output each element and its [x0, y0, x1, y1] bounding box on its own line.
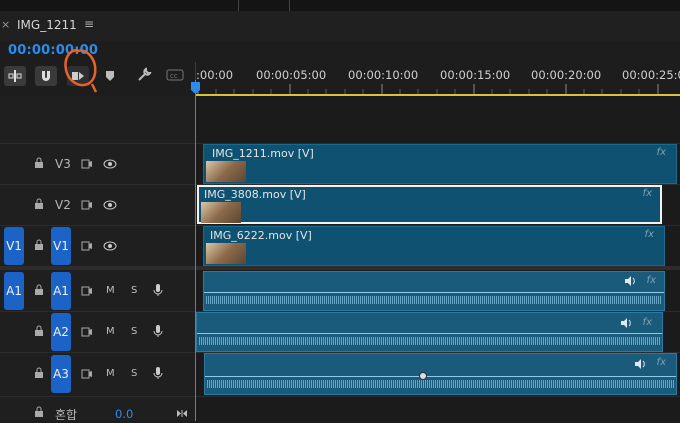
captions-icon: cc [166, 69, 184, 81]
sync-lock-icon[interactable] [81, 200, 93, 210]
speaker-icon [635, 359, 645, 369]
fx-badge: fx [646, 275, 656, 286]
sequence-tab-bar [0, 11, 680, 41]
timeline-settings-button[interactable] [135, 67, 153, 83]
captions-button[interactable]: cc [166, 68, 184, 82]
speaker-icon [621, 318, 631, 328]
fx-badge: fx [656, 357, 666, 368]
solo-button[interactable]: S [131, 368, 137, 379]
sequence-tab-title[interactable]: IMG_1211 [17, 18, 77, 32]
magnet-icon [42, 71, 50, 81]
clip-name: IMG_1211.mov [V] [212, 147, 314, 160]
marker-icon [106, 71, 114, 81]
keyframe-handle[interactable] [419, 372, 427, 380]
track-label-v2[interactable]: V2 [55, 198, 71, 212]
eye-icon[interactable] [103, 241, 117, 251]
panel-menu-icon[interactable]: ≡ [84, 17, 94, 31]
mute-button[interactable]: M [106, 285, 115, 296]
fx-badge: fx [644, 229, 654, 240]
fx-badge: fx [656, 147, 666, 158]
playhead-handle[interactable] [191, 82, 200, 94]
track-label-a3[interactable]: A3 [51, 355, 71, 393]
video-clip-img-1211[interactable]: IMG_1211.mov [V] fx [203, 144, 677, 184]
ruler-label: :00:00 [196, 68, 234, 82]
solo-button[interactable]: S [131, 326, 137, 337]
lock-icon[interactable] [34, 157, 44, 169]
audio-clip-a3[interactable]: fx [204, 353, 677, 395]
add-marker-button[interactable] [103, 69, 117, 83]
audio-waveform [206, 296, 662, 304]
close-tab-icon[interactable]: × [1, 18, 10, 31]
top-strip [0, 0, 680, 11]
insert-nest-toggle-button[interactable] [4, 66, 26, 86]
lock-icon[interactable] [34, 325, 44, 337]
mix-label: 혼합 [55, 408, 78, 422]
fx-badge: fx [642, 188, 652, 199]
ruler-label: 00:00:05:00 [256, 68, 327, 82]
lock-icon[interactable] [34, 239, 44, 251]
clip-name: IMG_6222.mov [V] [210, 229, 312, 242]
sync-lock-icon[interactable] [81, 159, 93, 169]
video-clip-img-3808[interactable]: IMG_3808.mov [V] fx [197, 185, 662, 224]
track-label-v1[interactable]: V1 [51, 227, 71, 265]
nest-icon [8, 70, 22, 82]
mute-button[interactable]: M [106, 326, 115, 337]
lock-icon[interactable] [34, 367, 44, 379]
track-divider [0, 396, 680, 397]
track-header-panel [0, 96, 195, 421]
audio-waveform [207, 380, 674, 388]
sync-lock-icon[interactable] [81, 241, 93, 251]
playhead-line[interactable] [195, 80, 196, 421]
ruler-ticks [197, 84, 659, 94]
ruler-label: 00:00:10:00 [348, 68, 419, 82]
eye-icon[interactable] [103, 159, 117, 169]
audio-volume-line [205, 376, 676, 377]
ruler-label: 00:00:15:00 [440, 68, 511, 82]
source-patch-a1[interactable]: A1 [4, 272, 24, 310]
go-to-end-icon[interactable] [176, 409, 188, 418]
speaker-icon [625, 276, 635, 286]
fx-badge: fx [642, 317, 652, 328]
video-clip-img-6222[interactable]: IMG_6222.mov [V] fx [203, 226, 665, 266]
ruler-label: 00:00:20:00 [531, 68, 602, 82]
wrench-icon [138, 67, 152, 81]
audio-waveform [199, 337, 660, 345]
source-patch-v1[interactable]: V1 [4, 227, 24, 265]
divider [289, 0, 290, 11]
sync-lock-icon[interactable] [81, 286, 93, 296]
clip-name: IMG_3808.mov [V] [204, 188, 306, 201]
microphone-icon[interactable] [153, 366, 163, 380]
audio-volume-line [204, 292, 664, 293]
mute-button[interactable]: M [106, 368, 115, 379]
lock-icon[interactable] [34, 198, 44, 210]
audio-clip-a1[interactable]: fx [203, 271, 665, 311]
snap-button[interactable] [35, 66, 57, 86]
lock-icon[interactable] [34, 406, 44, 418]
audio-clip-a2[interactable]: fx [196, 312, 663, 352]
sync-lock-icon[interactable] [81, 369, 93, 379]
mix-volume-value[interactable]: 0.0 [115, 407, 133, 421]
microphone-icon[interactable] [153, 283, 163, 297]
eye-icon[interactable] [103, 200, 117, 210]
audio-volume-line [197, 333, 662, 334]
solo-button[interactable]: S [131, 285, 137, 296]
microphone-icon[interactable] [153, 324, 163, 338]
track-label-a1[interactable]: A1 [51, 272, 71, 310]
divider [238, 0, 239, 11]
track-label-v3[interactable]: V3 [55, 157, 71, 171]
lock-icon[interactable] [34, 284, 44, 296]
sync-lock-icon[interactable] [81, 327, 93, 337]
annotation-circle [64, 48, 98, 93]
track-label-a2[interactable]: A2 [51, 313, 71, 351]
clip-thumbnail [201, 202, 241, 223]
clip-thumbnail [206, 161, 246, 182]
ruler-label: 00:00:25:0 [622, 68, 680, 82]
svg-text:cc: cc [170, 72, 178, 80]
video-audio-divider[interactable] [0, 266, 680, 270]
clip-thumbnail [206, 243, 246, 264]
